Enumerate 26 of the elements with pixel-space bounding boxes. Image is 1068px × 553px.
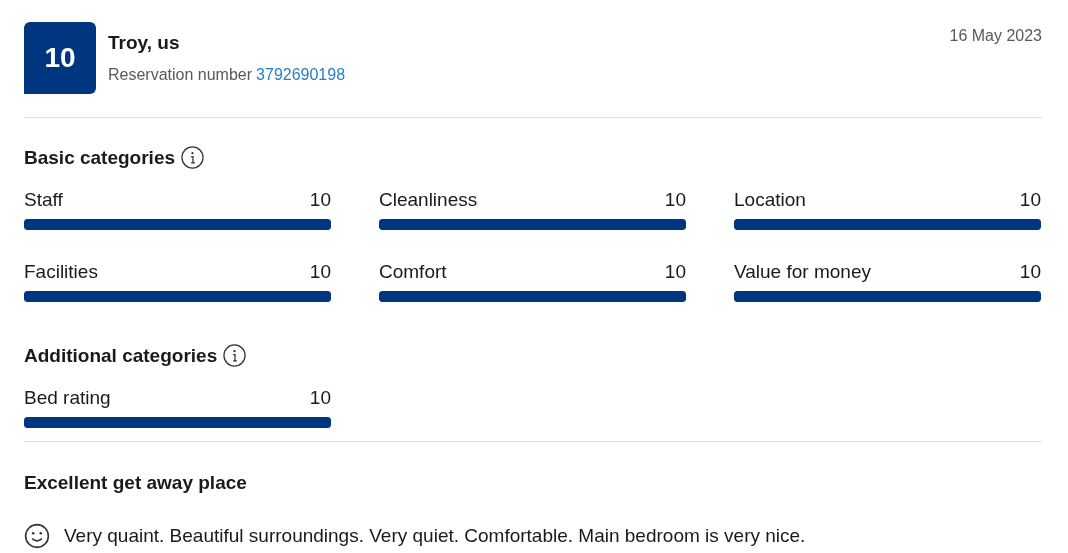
smiley-icon xyxy=(24,523,50,549)
category-label: Location xyxy=(734,189,806,211)
category-label: Value for money xyxy=(734,261,871,283)
section-heading: Basic categories xyxy=(24,146,176,169)
review-title: Excellent get away place xyxy=(24,472,248,494)
score-badge: 10 xyxy=(24,22,96,94)
category-score: 10 xyxy=(309,189,331,211)
info-icon[interactable] xyxy=(181,146,205,169)
section-heading: Additional categories xyxy=(24,344,218,367)
category-label: Staff xyxy=(24,189,63,211)
category-score: 10 xyxy=(1019,189,1041,211)
category-score: 10 xyxy=(664,261,686,283)
category-label: Cleanliness xyxy=(379,189,478,211)
category-score: 10 xyxy=(664,189,686,211)
review-date: 16 May 2023 xyxy=(949,26,1042,45)
category-score: 10 xyxy=(309,387,331,409)
category-label: Comfort xyxy=(379,261,447,283)
reservation-label: Reservation number xyxy=(108,66,253,83)
category-score: 10 xyxy=(309,261,331,283)
category-score: 10 xyxy=(1019,261,1041,283)
review-text: Very quaint. Beautiful surroundings. Very quiet. Comfortable. Main bedroom is very nice. xyxy=(64,525,806,547)
category-label: Bed rating xyxy=(24,387,111,409)
info-icon[interactable] xyxy=(223,344,247,367)
category-label: Facilities xyxy=(24,261,98,283)
reservation-link[interactable]: 3792690198 xyxy=(256,66,346,83)
reviewer-name: Troy, us xyxy=(108,32,181,54)
